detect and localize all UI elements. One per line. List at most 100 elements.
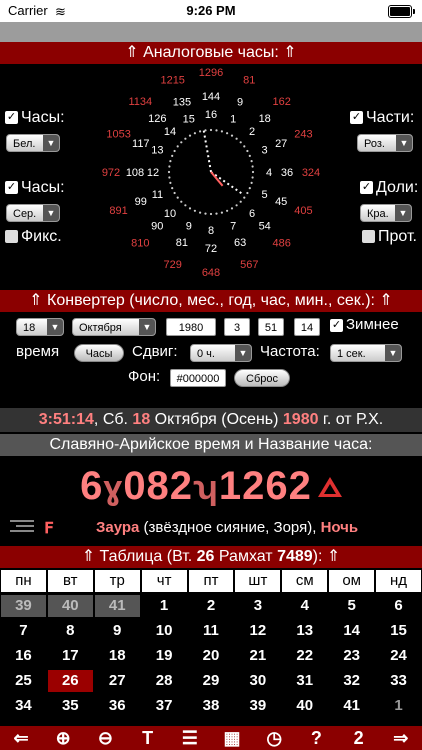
dial-middle-label: 126 — [148, 113, 166, 125]
prot-checkbox[interactable]: ✓ — [362, 230, 375, 244]
menu-lines-icon[interactable] — [10, 518, 34, 536]
help-icon[interactable]: ? — [297, 726, 335, 750]
zoom-out-icon[interactable]: ⊖ — [86, 726, 124, 750]
calendar-day-cell[interactable]: 40 — [282, 695, 328, 717]
parts-color-select[interactable]: Роз. ▼ — [357, 134, 413, 152]
hours2-color-select[interactable]: Сер. ▼ — [6, 204, 60, 222]
calendar-day-cell[interactable]: 34 — [1, 695, 46, 717]
shares-checkbox-row[interactable]: ✓ Доли: — [360, 179, 418, 197]
calendar-day-cell[interactable]: 8 — [47, 620, 93, 642]
calendar-day-cell[interactable]: 39 — [1, 595, 46, 617]
calendar-day-cell[interactable]: 12 — [235, 620, 281, 642]
second-field[interactable]: 14 — [294, 318, 320, 336]
calendar-day-cell[interactable]: 28 — [141, 670, 187, 692]
shift-select[interactable]: 0 ч. ▼ — [190, 344, 252, 362]
calendar-day-cell[interactable]: 15 — [376, 620, 421, 642]
freq-select[interactable]: 1 сек. ▼ — [330, 344, 402, 362]
calendar-day-cell[interactable]: 41 — [329, 695, 375, 717]
grid-icon[interactable]: ▦ — [213, 726, 251, 750]
calendar-day-cell[interactable]: 9 — [94, 620, 140, 642]
analog-clock-header[interactable]: ⇑ Аналоговые часы: ⇑ — [0, 42, 422, 64]
hours-color-select[interactable]: Бел. ▼ — [6, 134, 60, 152]
shares-checkbox[interactable]: ✓ — [360, 181, 373, 195]
calendar-day-cell[interactable]: 6 — [376, 595, 421, 617]
calendar-day-cell[interactable]: 26 — [47, 670, 93, 692]
day-value: 18 — [23, 322, 36, 334]
winter-checkbox[interactable]: ✓ — [330, 318, 343, 332]
back-arrow-icon[interactable]: ⇐ — [2, 726, 40, 750]
calendar-day-cell[interactable]: 3 — [235, 595, 281, 617]
hours2-checkbox-row[interactable]: ✓ Часы: — [5, 179, 65, 197]
shares-color-select[interactable]: Кра. ▼ — [360, 204, 412, 222]
text-icon[interactable]: T — [129, 726, 167, 750]
calendar-day-cell[interactable]: 22 — [282, 645, 328, 667]
hours-checkbox-row[interactable]: ✓ Часы: — [5, 109, 65, 127]
calendar-day-cell[interactable]: 37 — [141, 695, 187, 717]
reset-button[interactable]: Сброс — [234, 369, 290, 387]
calendar-day-cell[interactable]: 38 — [188, 695, 234, 717]
dial-middle-label: 72 — [205, 243, 217, 255]
chevron-down-icon: ▼ — [139, 319, 155, 335]
calendar-day-cell[interactable]: 27 — [94, 670, 140, 692]
dial-tick — [220, 211, 223, 214]
fix-checkbox[interactable]: ✓ — [5, 230, 18, 244]
converter-header[interactable]: ⇑ Конвертер (число, мес., год, час, мин.… — [0, 290, 422, 312]
parts-checkbox-row[interactable]: ✓ Части: — [350, 109, 414, 127]
calendar-day-cell[interactable]: 35 — [47, 695, 93, 717]
calendar-day-cell[interactable]: 5 — [329, 595, 375, 617]
minute-field[interactable]: 51 — [258, 318, 284, 336]
month-select[interactable]: Октября ▼ — [72, 318, 156, 336]
calendar-day-cell[interactable]: 1 — [376, 695, 421, 717]
hours2-checkbox[interactable]: ✓ — [5, 181, 18, 195]
calendar-day-cell[interactable]: 40 — [47, 595, 93, 617]
calendar-day-cell[interactable]: 30 — [235, 670, 281, 692]
calendar-day-cell[interactable]: 33 — [376, 670, 421, 692]
chevron-down-icon: ▼ — [235, 345, 251, 361]
background-field[interactable]: #000000 — [170, 369, 226, 387]
dial-tick — [246, 149, 249, 153]
calendar-day-cell[interactable]: 18 — [94, 645, 140, 667]
parts-checkbox[interactable]: ✓ — [350, 111, 363, 125]
dial-outer-label: 324 — [302, 167, 320, 179]
hour-field[interactable]: 3 — [224, 318, 250, 336]
calendar-day-cell[interactable]: 36 — [94, 695, 140, 717]
calendar-day-cell[interactable]: 41 — [94, 595, 140, 617]
calendar-day-cell[interactable]: 24 — [376, 645, 421, 667]
calendar-day-cell[interactable]: 2 — [188, 595, 234, 617]
calendar-day-cell[interactable]: 39 — [235, 695, 281, 717]
clock-icon[interactable]: ◷ — [255, 726, 293, 750]
calendar-day-cell[interactable]: 4 — [282, 595, 328, 617]
calendar-day-cell[interactable]: 20 — [188, 645, 234, 667]
day-select[interactable]: 18 ▼ — [16, 318, 64, 336]
forward-arrow-icon[interactable]: ⇒ — [382, 726, 420, 750]
calendar-day-cell[interactable]: 17 — [47, 645, 93, 667]
calendar-day-cell[interactable]: 19 — [141, 645, 187, 667]
calendar-day-cell[interactable]: 29 — [188, 670, 234, 692]
number-2-icon[interactable]: 2 — [340, 726, 378, 750]
calendar-day-cell[interactable]: 31 — [282, 670, 328, 692]
year-field[interactable]: 1980 — [166, 318, 216, 336]
dial-tick — [193, 209, 196, 212]
calendar-day-cell[interactable]: 16 — [1, 645, 46, 667]
calendar-day-cell[interactable]: 21 — [235, 645, 281, 667]
calendar-day-cell[interactable]: 32 — [329, 670, 375, 692]
table-header[interactable]: ⇑ Таблица (Вт. 26 Рамхат 7489): ⇑ — [0, 546, 422, 568]
calendar-day-cell[interactable]: 10 — [141, 620, 187, 642]
calendar-day-cell[interactable]: 23 — [329, 645, 375, 667]
hours-button[interactable]: Часы — [74, 344, 124, 362]
winter-checkbox-row[interactable]: ✓ Зимнее — [330, 316, 399, 333]
fix-checkbox-row[interactable]: ✓Фикс. — [5, 228, 62, 246]
calendar-day-cell[interactable]: 1 — [141, 595, 187, 617]
prot-checkbox-row[interactable]: ✓Прот. — [362, 228, 417, 246]
hours-checkbox[interactable]: ✓ — [5, 111, 18, 125]
calendar-day-cell[interactable]: 11 — [188, 620, 234, 642]
calendar-day-cell[interactable]: 14 — [329, 620, 375, 642]
list-icon[interactable]: ☰ — [171, 726, 209, 750]
calendar-day-cell[interactable]: 7 — [1, 620, 46, 642]
hour-name: Заура — [96, 519, 140, 536]
calendar-day-cell[interactable]: 25 — [1, 670, 46, 692]
dial-tick — [169, 160, 172, 163]
calendar-weekday-row: пн вт тр чт пт шт см ом нд — [0, 570, 422, 594]
calendar-day-cell[interactable]: 13 — [282, 620, 328, 642]
zoom-in-icon[interactable]: ⊕ — [44, 726, 82, 750]
